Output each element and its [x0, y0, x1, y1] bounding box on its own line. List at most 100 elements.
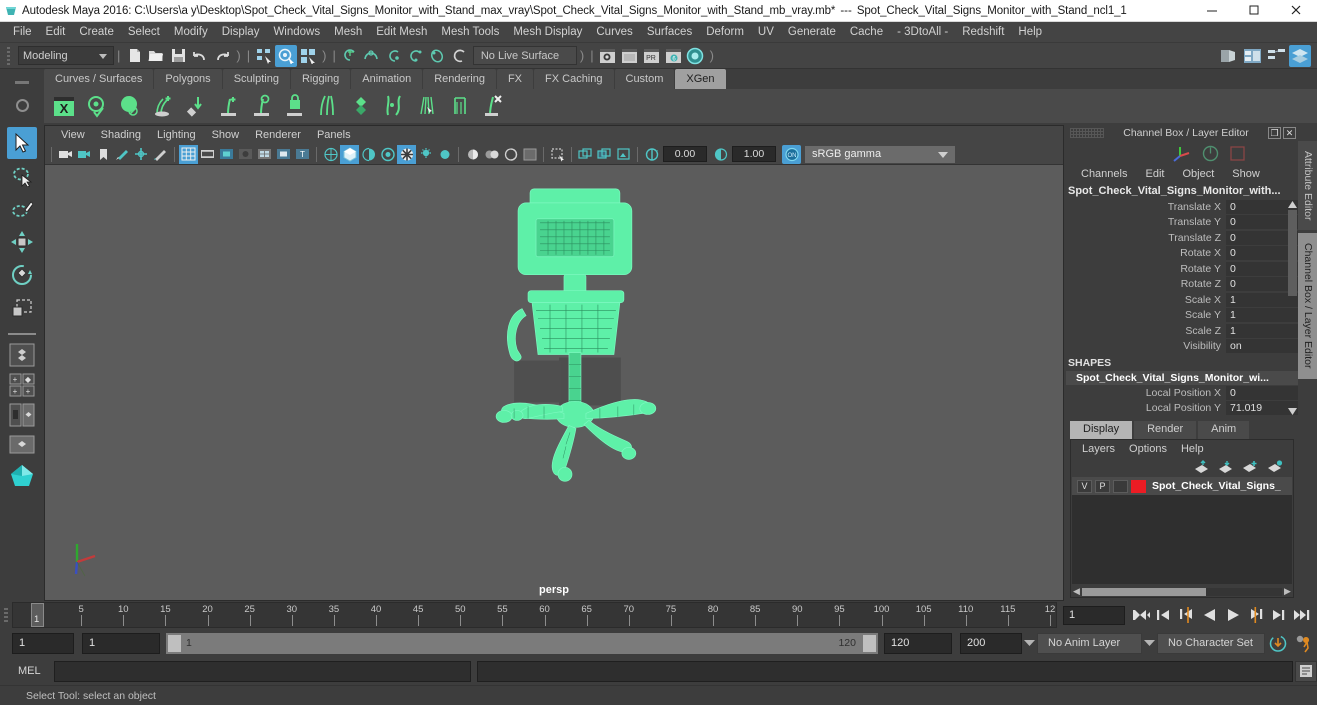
current-frame-field[interactable]: 1	[1063, 605, 1125, 625]
step-forward-keyframe-icon[interactable]	[1269, 606, 1288, 625]
viewport-menu-shading[interactable]: Shading	[93, 126, 149, 144]
xgen-lock-icon[interactable]	[281, 92, 309, 120]
undock-icon[interactable]: ❐	[1268, 127, 1281, 139]
le-menu-help[interactable]: Help	[1174, 443, 1211, 455]
tab-anim[interactable]: Anim	[1198, 421, 1250, 439]
menu-set-selector[interactable]: Modeling	[18, 46, 114, 65]
tab-display[interactable]: Display	[1070, 421, 1133, 439]
hscroll-thumb[interactable]	[1082, 587, 1206, 596]
menu-redshift[interactable]: Redshift	[955, 22, 1011, 43]
single-perspective-layout[interactable]	[7, 341, 37, 369]
four-view-layout[interactable]: + ◆ + +	[7, 371, 37, 399]
render-globals-icon[interactable]	[685, 45, 707, 67]
layer-color-swatch[interactable]	[1131, 479, 1146, 493]
hypershade-icon[interactable]	[1265, 45, 1287, 67]
cb-menu-object[interactable]: Object	[1173, 168, 1223, 180]
depth-of-field-icon[interactable]	[501, 145, 520, 164]
range-start-time-field[interactable]: 1	[82, 632, 160, 654]
xgen-clump-icon[interactable]	[413, 92, 441, 120]
open-scene-icon[interactable]	[145, 45, 167, 67]
xray-icon[interactable]	[548, 145, 567, 164]
menu-modify[interactable]: Modify	[167, 22, 215, 43]
select-tool[interactable]	[7, 127, 37, 159]
hypershade-layout[interactable]	[7, 461, 37, 489]
menu-edit[interactable]: Edit	[39, 22, 73, 43]
2d-pan-zoom-icon[interactable]	[132, 145, 151, 164]
undo-icon[interactable]	[189, 45, 211, 67]
persp-outliner-layout[interactable]	[7, 401, 37, 429]
gamma-icon[interactable]	[711, 145, 730, 164]
shaded-wireframe-icon[interactable]	[359, 145, 378, 164]
tab-render[interactable]: Render	[1134, 421, 1197, 439]
film-gate-icon[interactable]	[198, 145, 217, 164]
side-tab-attribute-editor[interactable]: Attribute Editor	[1298, 141, 1317, 231]
render-current-frame-icon[interactable]	[597, 45, 619, 67]
command-language-label[interactable]: MEL	[12, 665, 54, 677]
shelf-tab-xgen[interactable]: XGen	[675, 69, 726, 89]
menu-generate[interactable]: Generate	[781, 22, 843, 43]
cb-menu-show[interactable]: Show	[1223, 168, 1269, 180]
time-slider[interactable]: 1 5 10 15 20 25 30 35 40 45 50 55 60 65 70 75 80 85 90 95 1…	[12, 602, 1057, 628]
motion-blur-icon[interactable]	[463, 145, 482, 164]
viewport-menu-view[interactable]: View	[53, 126, 93, 144]
persp-graph-layout[interactable]	[7, 431, 37, 459]
menu-mesh-display[interactable]: Mesh Display	[506, 22, 589, 43]
render-setup-icon[interactable]: 6	[663, 45, 685, 67]
layer-move-up-icon[interactable]	[1194, 459, 1209, 473]
color-management-select[interactable]: sRGB gamma	[805, 145, 955, 163]
range-end-time-field[interactable]: 120	[884, 632, 952, 654]
shelf-tab-rendering[interactable]: Rendering	[423, 69, 496, 89]
channel-row-local-position-x[interactable]: Local Position X 0	[1066, 385, 1298, 401]
menu-surfaces[interactable]: Surfaces	[640, 22, 699, 43]
scrollbar-thumb[interactable]	[1288, 210, 1297, 296]
grid-icon[interactable]	[179, 144, 198, 164]
command-input[interactable]	[54, 660, 471, 682]
exposure-value[interactable]: 0.00	[663, 146, 707, 162]
channel-row-translate-x[interactable]: Translate X 0	[1066, 199, 1298, 215]
close-icon[interactable]	[1275, 0, 1317, 22]
xgen-add-grooming-icon[interactable]	[149, 92, 177, 120]
scroll-up-icon[interactable]	[1287, 199, 1298, 209]
new-layer-icon[interactable]	[1242, 460, 1258, 473]
time-slider-playhead[interactable]: 1	[31, 603, 44, 627]
use-all-lights-icon[interactable]	[397, 144, 416, 164]
lock-camera-icon[interactable]	[75, 145, 94, 164]
scroll-down-icon[interactable]	[1287, 406, 1298, 416]
viewport-menu-panels[interactable]: Panels	[309, 126, 359, 144]
menu-file[interactable]: File	[6, 22, 39, 43]
viewport-menu-renderer[interactable]: Renderer	[247, 126, 309, 144]
rotate-tool[interactable]	[7, 259, 37, 291]
select-by-hierarchy-icon[interactable]	[253, 45, 275, 67]
xgen-comb-icon[interactable]	[314, 92, 342, 120]
xgen-cluster-icon[interactable]	[347, 92, 375, 120]
shelf-tab-rigging[interactable]: Rigging	[290, 69, 351, 89]
hscroll-track[interactable]	[1082, 587, 1282, 596]
color-management-icon[interactable]: ON	[782, 144, 801, 164]
xgen-preview-icon[interactable]	[83, 92, 111, 120]
snap-to-grid-icon[interactable]	[339, 45, 361, 67]
anim-start-time-field[interactable]: 1	[12, 632, 74, 654]
menu-edit-mesh[interactable]: Edit Mesh	[369, 22, 434, 43]
menu-create[interactable]: Create	[72, 22, 121, 43]
select-by-object-icon[interactable]	[275, 44, 298, 67]
snap-to-projected-center-icon[interactable]	[405, 45, 427, 67]
xgen-noise-icon[interactable]	[380, 92, 408, 120]
multisample-icon[interactable]	[482, 145, 501, 164]
go-to-end-icon[interactable]	[1292, 606, 1311, 625]
wireframe-icon[interactable]	[321, 145, 340, 164]
xgen-length-icon[interactable]	[446, 92, 474, 120]
show-hide-editors-icon[interactable]	[1217, 45, 1239, 67]
save-scene-icon[interactable]	[167, 45, 189, 67]
range-end-handle[interactable]	[863, 634, 876, 652]
range-slider-bar[interactable]: 1 120	[166, 632, 878, 654]
select-by-component-icon[interactable]	[297, 45, 319, 67]
new-layer-from-selected-icon[interactable]	[1267, 459, 1283, 473]
channel-row-rotate-z[interactable]: Rotate Z 0	[1066, 277, 1298, 293]
xgen-delete-icon[interactable]	[479, 92, 507, 120]
scroll-left-icon[interactable]: ◀	[1071, 586, 1082, 597]
scroll-right-icon[interactable]: ▶	[1282, 586, 1293, 597]
channel-row-translate-y[interactable]: Translate Y 0	[1066, 215, 1298, 231]
gate-mask-icon[interactable]	[236, 145, 255, 164]
menu-cache[interactable]: Cache	[843, 22, 890, 43]
statusline-grip[interactable]	[4, 45, 12, 67]
